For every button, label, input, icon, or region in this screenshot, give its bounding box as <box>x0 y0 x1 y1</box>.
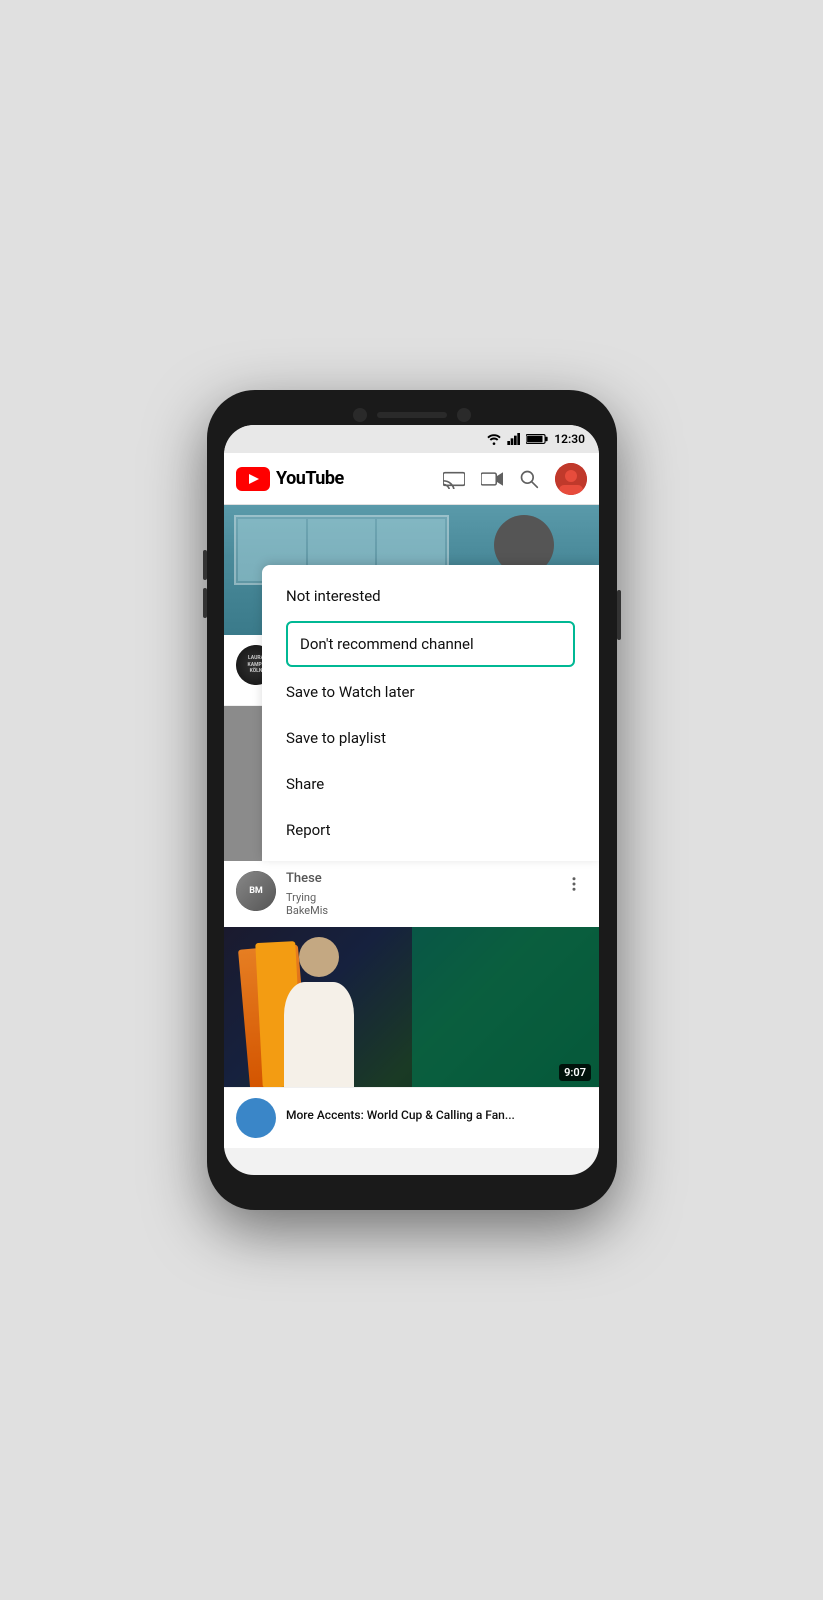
user-avatar[interactable] <box>555 463 587 495</box>
signal-icon <box>507 433 521 445</box>
video2-info: BM These Trying BakeMis <box>224 861 599 927</box>
camera-icon[interactable] <box>481 470 503 488</box>
status-bar: 12:30 <box>224 425 599 453</box>
volume-buttons[interactable] <box>203 550 207 618</box>
dont-recommend-wrapper: Don't recommend channel <box>274 621 587 667</box>
phone-screen: 12:30 YouTube <box>224 425 599 1175</box>
youtube-app-name: YouTube <box>276 468 344 489</box>
volume-down[interactable] <box>203 588 207 618</box>
power-button[interactable] <box>617 590 621 640</box>
video3-thumbnail[interactable]: 9:07 <box>224 927 599 1087</box>
battery-icon <box>526 433 548 445</box>
video3-info: More Accents: World Cup & Calling a Fan.… <box>224 1087 599 1148</box>
phone-device: 12:30 YouTube <box>207 390 617 1210</box>
screen-content: 12:30 YouTube <box>224 425 599 1175</box>
videos-container: 15:55 LAURAKAMPFKÖLN I made kitchen tile… <box>224 505 599 1148</box>
youtube-logo: YouTube <box>236 467 344 491</box>
not-interested-item[interactable]: Not interested <box>262 573 599 619</box>
save-watch-later-item[interactable]: Save to Watch later <box>262 669 599 715</box>
cast-icon[interactable] <box>443 469 465 489</box>
header-actions <box>443 463 587 495</box>
youtube-logo-icon <box>236 467 270 491</box>
channel2-avatar-text: BM <box>249 886 263 896</box>
video3-duration: 9:07 <box>559 1064 591 1081</box>
sensor <box>457 408 471 422</box>
video3-title[interactable]: More Accents: World Cup & Calling a Fan.… <box>286 1108 515 1124</box>
speaker <box>377 412 447 418</box>
video2-channel: BakeMis <box>286 904 551 917</box>
video3-channel-avatar[interactable] <box>236 1098 276 1138</box>
phone-camera-area <box>353 408 471 422</box>
video2-more-button[interactable] <box>561 871 587 901</box>
status-icons <box>486 433 548 445</box>
video2-section: Not interested Don't recommend channel S… <box>224 706 599 861</box>
wifi-icon <box>486 433 502 445</box>
video2-title[interactable]: These <box>286 871 551 888</box>
youtube-header: YouTube <box>224 453 599 505</box>
report-item[interactable]: Report <box>262 807 599 853</box>
context-menu: Not interested Don't recommend channel S… <box>262 565 599 861</box>
save-playlist-item[interactable]: Save to playlist <box>262 715 599 761</box>
status-time: 12:30 <box>554 432 585 446</box>
video2-details: These Trying BakeMis <box>286 871 551 917</box>
volume-up[interactable] <box>203 550 207 580</box>
context-menu-overlay <box>224 706 262 861</box>
share-item[interactable]: Share <box>262 761 599 807</box>
dont-recommend-item[interactable]: Don't recommend channel <box>286 621 575 667</box>
search-icon[interactable] <box>519 469 539 489</box>
video2-meta-trying: Trying <box>286 891 551 904</box>
front-camera <box>353 408 367 422</box>
video2-channel-avatar[interactable]: BM <box>236 871 276 911</box>
